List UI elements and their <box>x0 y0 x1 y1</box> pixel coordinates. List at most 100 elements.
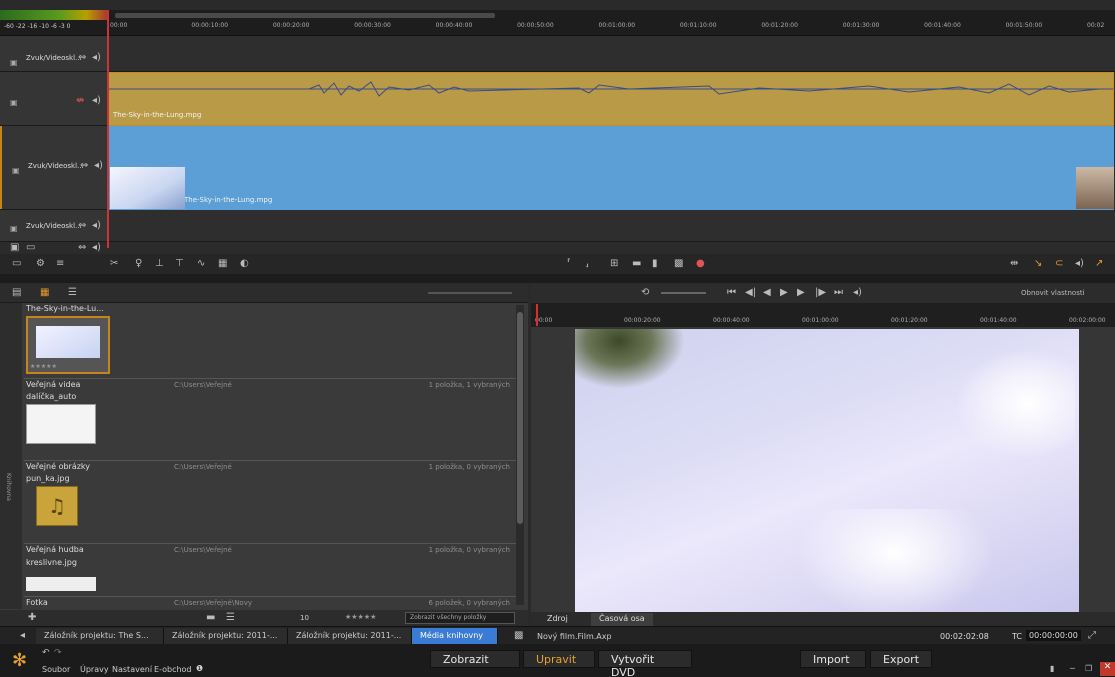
lock-icon[interactable]: ▣ <box>12 166 20 175</box>
menu-icon[interactable]: ≡ <box>56 259 64 269</box>
razor-icon[interactable]: ✂ <box>110 259 118 269</box>
zoom-icon[interactable]: ⇹ <box>1010 259 1018 269</box>
film-icon[interactable]: ▩ <box>674 259 683 269</box>
rating-filter[interactable]: ★★★★★ <box>345 613 376 621</box>
comment-icon[interactable]: ▬ <box>206 613 215 623</box>
menu-settings[interactable]: Nastavení <box>112 665 152 674</box>
lock-icon[interactable]: ▣ <box>10 98 18 107</box>
item-stars[interactable]: ★★★★★ <box>30 363 57 370</box>
preview-header-right[interactable]: Obnovit vlastnosti <box>1021 289 1085 297</box>
add-icon[interactable]: ✚ <box>28 613 36 623</box>
library-section[interactable]: Veřejné obrázky C:\Users\Veřejné 1 polož… <box>24 460 518 472</box>
link-icon[interactable]: ⇔ <box>78 243 86 253</box>
project-tab[interactable]: Záložník projektu: 2011-... <box>164 628 288 644</box>
volume-icon[interactable]: ◂) <box>853 288 862 298</box>
tab-timeline[interactable]: Časová osa <box>591 613 653 626</box>
snap-icon[interactable]: ↘ <box>1034 259 1042 269</box>
cursor-icon[interactable]: ↗ <box>1095 259 1103 269</box>
library-icon[interactable]: ▤ <box>12 288 21 298</box>
menu-file[interactable]: Soubor <box>42 665 70 674</box>
volume-icon[interactable]: ◂) <box>1075 259 1084 269</box>
marker-icon[interactable]: ♀ <box>135 259 142 269</box>
go-start-icon[interactable]: ⏮ <box>727 288 736 298</box>
overwrite-icon[interactable]: ▬ <box>632 259 641 269</box>
menu-edit[interactable]: Úpravy <box>80 665 109 674</box>
preview-playhead[interactable] <box>536 304 538 326</box>
pin-icon[interactable]: ▮ <box>1050 664 1054 673</box>
link-icon[interactable]: ⇔ <box>78 53 86 63</box>
forward-icon[interactable]: ▶ <box>797 288 805 298</box>
lock-icon[interactable]: ▣ <box>10 58 18 67</box>
minimize-icon[interactable]: ─ <box>1070 664 1075 673</box>
library-sidebar[interactable]: Knihovna <box>0 303 22 609</box>
track-5-collapsed[interactable]: ▣ ▭ ⇔ ◂) <box>0 242 1115 254</box>
library-item[interactable]: pun_ka.jpg ♫ <box>26 474 110 526</box>
tab-source[interactable]: Zdroj <box>539 613 576 626</box>
rewind-icon[interactable]: ◀ <box>763 288 771 298</box>
speaker-icon[interactable]: ◂) <box>92 243 101 253</box>
monitor-icon[interactable]: ▭ <box>12 259 21 269</box>
export-button[interactable]: Export <box>870 650 932 668</box>
speaker-icon[interactable]: ◂) <box>92 221 101 231</box>
audio-clip[interactable]: The-Sky-in-the-Lung.mpg <box>108 72 1114 126</box>
project-tab[interactable]: Záložník projektu: 2011-... <box>288 628 412 644</box>
fullscreen-icon[interactable]: ⤢ <box>1088 631 1096 641</box>
mark-in-icon[interactable]: ⸢ <box>567 259 571 269</box>
edit-button[interactable]: Upravit <box>523 650 595 668</box>
track-1[interactable]: ▣ Zvuk/Videoskl... ⇔ ◂) <box>0 36 1115 72</box>
track-4[interactable]: ▣ Zvuk/Videoskl... ⇔ ◂) <box>0 210 1115 242</box>
library-scroll-thumb[interactable] <box>517 312 523 524</box>
library-section[interactable]: Veřejná hudba C:\Users\Veřejné 1 položka… <box>24 543 518 555</box>
link-icon[interactable]: ⇔ <box>78 221 86 231</box>
redo-icon[interactable]: ↷ <box>54 648 62 658</box>
list-view-icon[interactable]: ☰ <box>68 288 77 298</box>
view-button[interactable]: Zobrazit <box>430 650 520 668</box>
menu-eshop[interactable]: E-obchod <box>154 665 192 674</box>
library-tab[interactable]: Média knihovny <box>412 628 498 644</box>
thumbnail-size-slider[interactable] <box>428 292 512 294</box>
library-section[interactable]: Fotka C:\Users\Veřejné\Novy 6 položek, 0… <box>24 596 518 608</box>
speaker-icon[interactable]: ◂) <box>92 53 101 63</box>
link-icon[interactable]: ⇔ <box>80 161 88 171</box>
library-section[interactable]: Veřejná videa C:\Users\Veřejné 1 položka… <box>24 378 518 390</box>
go-end-icon[interactable]: ⏭ <box>834 288 843 298</box>
undo-icon[interactable]: ↶ <box>42 648 50 658</box>
speaker-icon[interactable]: ◂) <box>92 96 101 106</box>
prev-frame-icon[interactable]: ◀| <box>745 288 756 298</box>
video-clip[interactable]: The-Sky-in-the-Lung.mpg <box>108 126 1114 210</box>
record-icon[interactable]: ● <box>696 259 705 269</box>
filter-box[interactable]: Zobrazit všechny položky <box>405 612 515 624</box>
next-frame-icon[interactable]: |▶ <box>815 288 826 298</box>
library-item[interactable]: kreslivne.jpg <box>26 558 110 591</box>
film-icon[interactable]: ▩ <box>514 631 523 641</box>
mute-icon[interactable]: ⇎ <box>76 96 84 106</box>
grid-view-icon[interactable]: ▦ <box>40 288 49 298</box>
wave-icon[interactable]: ∿ <box>197 259 205 269</box>
speaker-icon[interactable]: ◂) <box>94 161 103 171</box>
trash-icon[interactable]: ▮ <box>652 259 658 269</box>
lock-icon[interactable]: ▣ <box>10 224 18 233</box>
panel-divider[interactable] <box>0 274 1115 283</box>
playhead[interactable] <box>107 10 109 248</box>
library-item[interactable]: dalíčka_auto <box>26 392 110 444</box>
split-icon[interactable]: ⊥ <box>155 259 164 269</box>
restore-icon[interactable]: ❐ <box>1085 664 1092 673</box>
help-icon[interactable]: ❶ <box>196 664 203 673</box>
create-dvd-button[interactable]: Vytvořit DVD <box>598 650 692 677</box>
project-tab[interactable]: Záložník projektu: The S... <box>36 628 164 644</box>
import-button[interactable]: Import <box>800 650 866 668</box>
shuttle-slider[interactable] <box>661 292 706 294</box>
loop-icon[interactable]: ⟲ <box>641 288 649 298</box>
close-icon[interactable]: ✕ <box>1100 662 1115 676</box>
timecode-field[interactable]: 00:00:00:00 <box>1026 630 1081 641</box>
grid-icon[interactable]: ▦ <box>218 259 227 269</box>
lock-icon[interactable]: ▣ <box>10 243 19 253</box>
settings-icon[interactable]: ⚙ <box>36 259 45 269</box>
play-icon[interactable]: ▶ <box>780 288 788 298</box>
magnet-icon[interactable]: ⊂ <box>1055 259 1063 269</box>
mark-out-icon[interactable]: ⸥ <box>585 259 589 269</box>
insert-icon[interactable]: ⊞ <box>610 259 618 269</box>
circle-icon[interactable]: ◐ <box>240 259 249 269</box>
library-item[interactable]: The-Sky-in-the-Lu... ★★★★★ <box>26 304 110 374</box>
tool-icon[interactable]: ⊤ <box>175 259 184 269</box>
